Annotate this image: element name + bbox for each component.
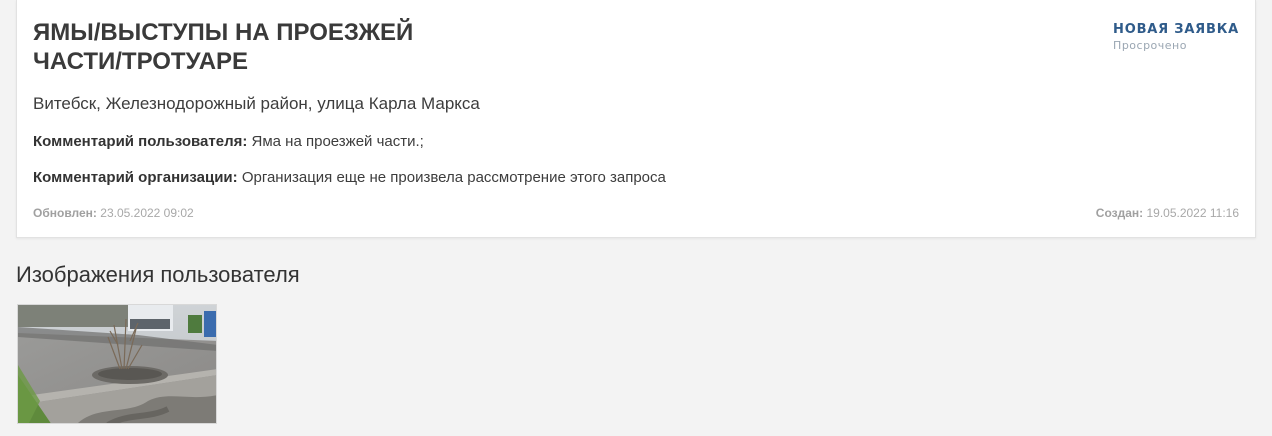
organization-comment: Комментарий организации: Организация еще… [33, 169, 666, 186]
status-badge: НОВАЯ ЗАЯВКА [1113, 22, 1239, 37]
user-comment-text: Яма на проезжей части.; [251, 133, 424, 150]
request-address: Витебск, Железнодорожный район, улица Ка… [33, 94, 480, 113]
updated-date: Обновлен: 23.05.2022 09:02 [33, 206, 194, 220]
created-date: Создан: 19.05.2022 11:16 [1096, 206, 1239, 220]
status-block: НОВАЯ ЗАЯВКА Просрочено [1113, 22, 1239, 53]
updated-value: 23.05.2022 09:02 [100, 206, 194, 220]
images-section-heading: Изображения пользователя [16, 262, 300, 287]
user-photo-thumbnail[interactable] [17, 304, 217, 424]
created-label: Создан: [1095, 206, 1144, 220]
street-photo-image [18, 305, 216, 423]
user-comment-label: Комментарий пользователя: [33, 133, 248, 150]
user-comment: Комментарий пользователя: Яма на проезже… [33, 133, 424, 150]
organization-comment-text: Организация еще не произвела рассмотрени… [241, 169, 666, 186]
created-value: 19.05.2022 11:16 [1146, 206, 1239, 220]
status-note: Просрочено [1113, 39, 1187, 52]
request-card: Ямы/выступы на проезжей части/тротуаре Н… [16, 0, 1256, 238]
request-title: Ямы/выступы на проезжей части/тротуаре [33, 19, 414, 75]
updated-label: Обновлен: [33, 206, 97, 220]
organization-comment-label: Комментарий организации: [33, 169, 238, 186]
